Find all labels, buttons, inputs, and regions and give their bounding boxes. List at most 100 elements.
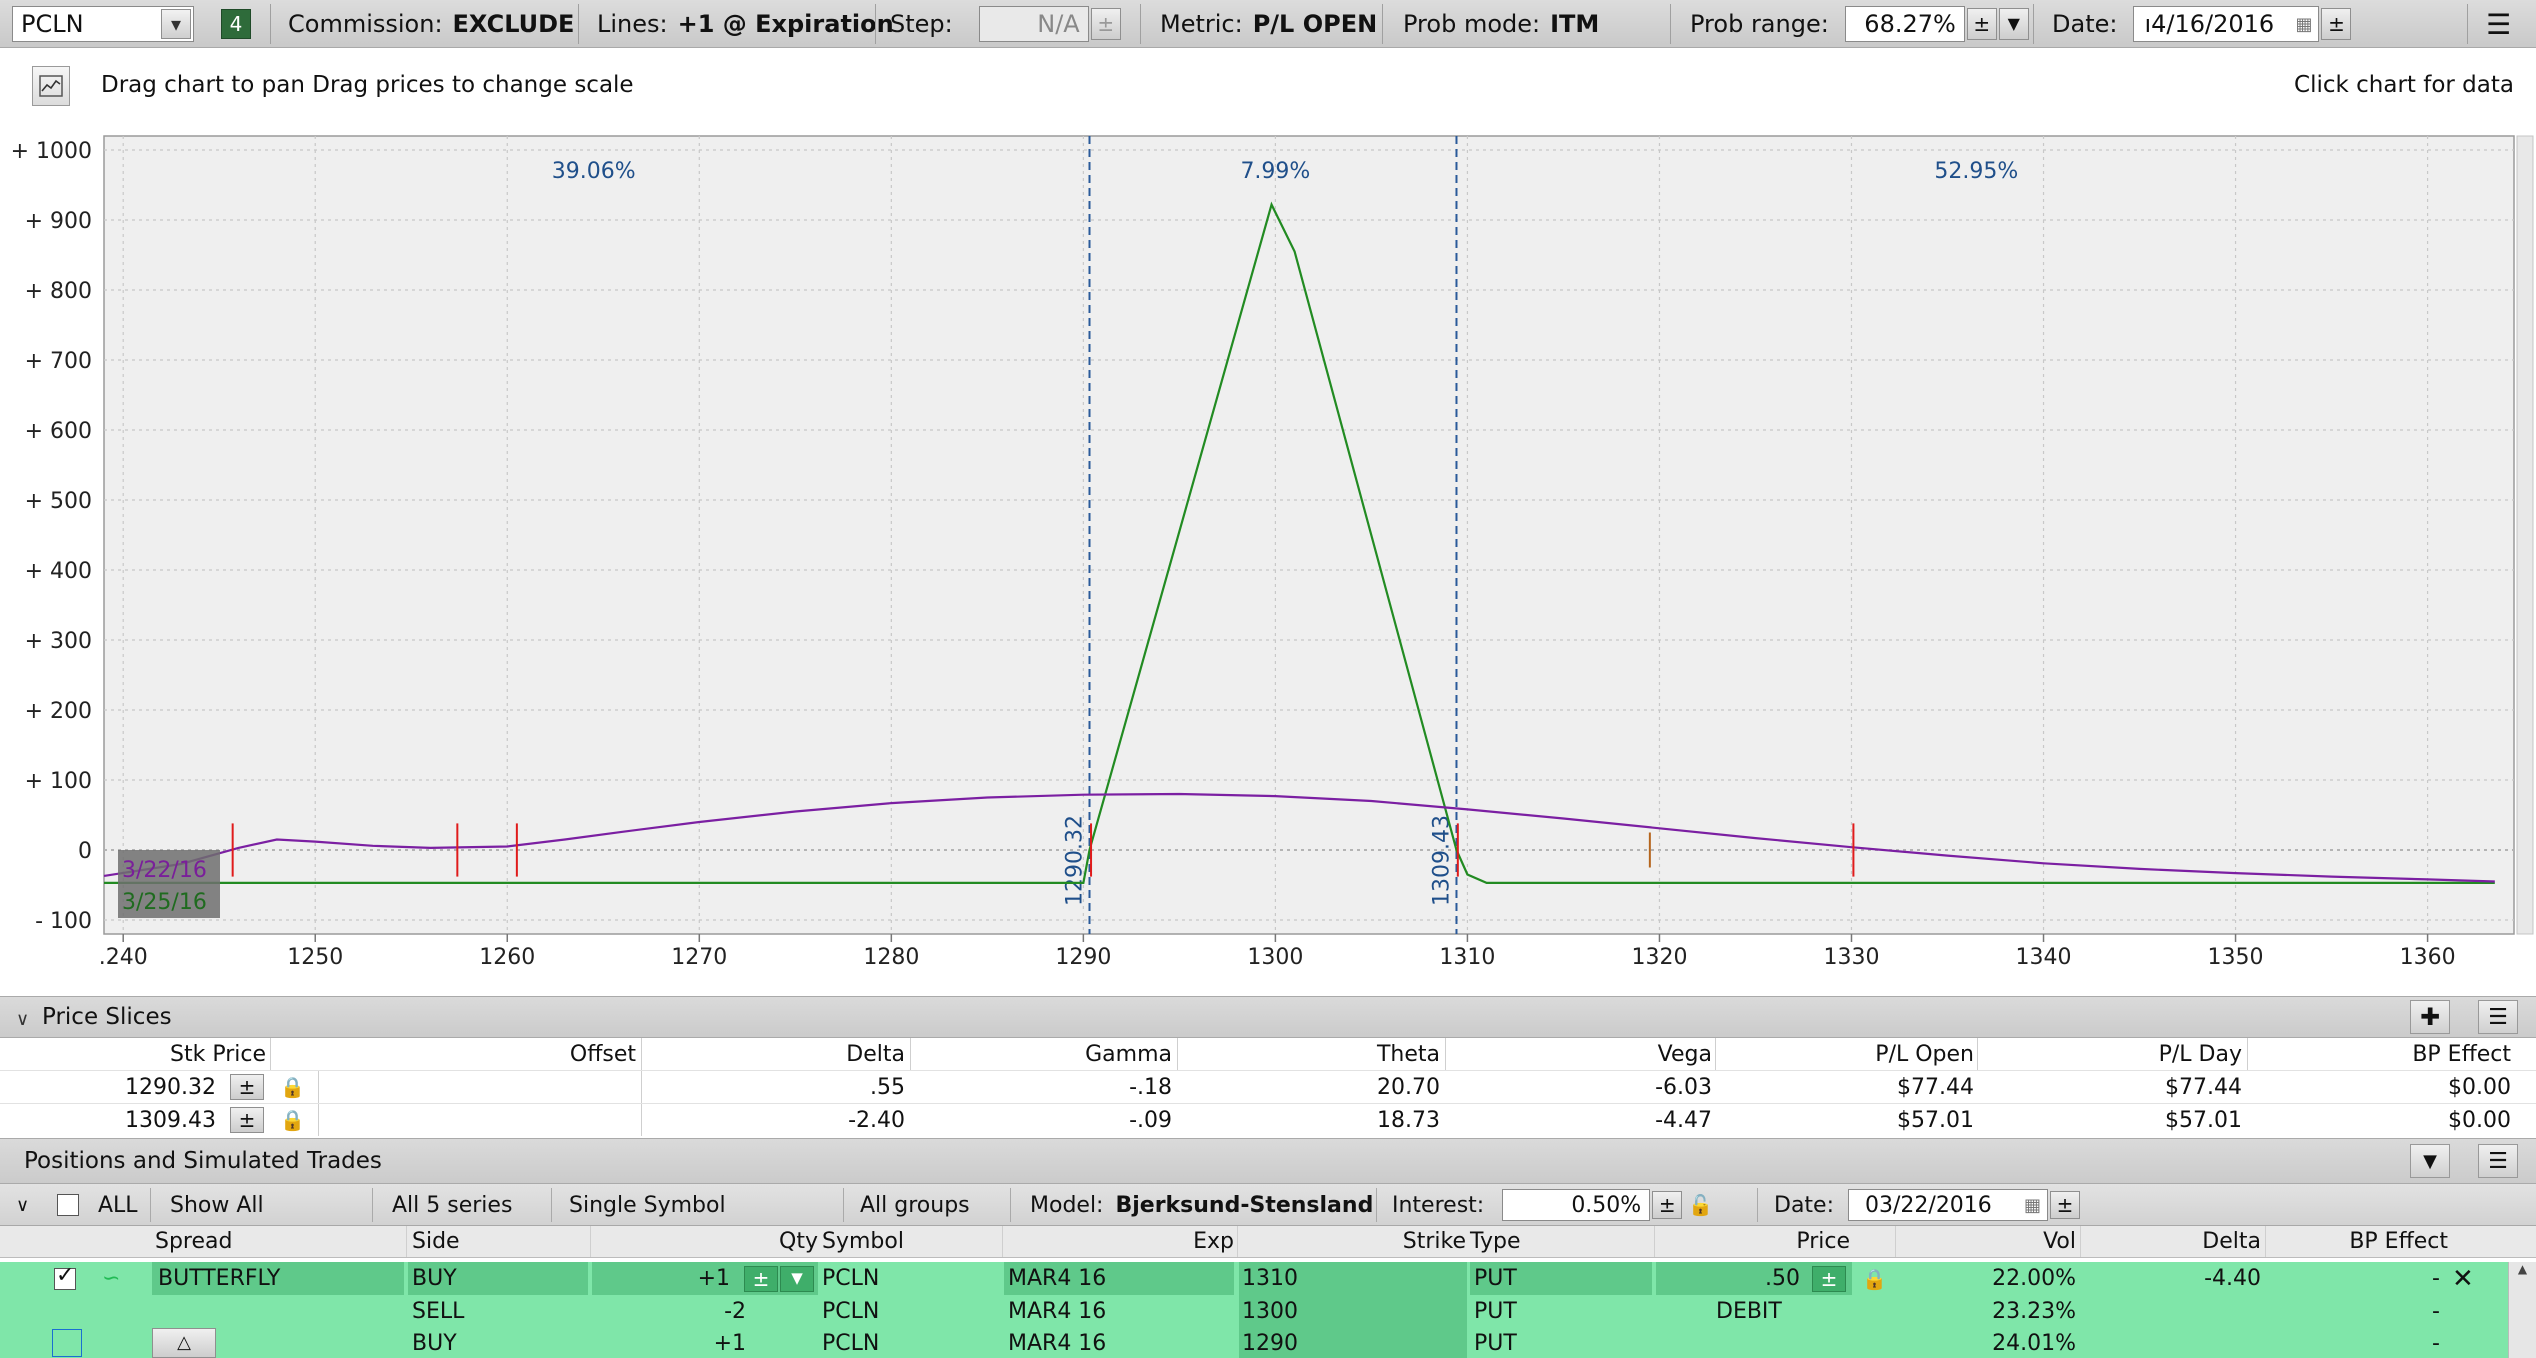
chevron-down-icon[interactable]: ∨ — [16, 1009, 29, 1030]
trade-row[interactable]: ✓ ∽ BUTTERFLY BUY +1 ± ▼ PCLN MAR4 16 13… — [0, 1262, 2536, 1295]
prob-range-input[interactable]: 68.27% — [1844, 6, 1965, 42]
close-icon[interactable]: ✕ — [2452, 1262, 2474, 1295]
trade-exp[interactable]: MAR4 16 — [1008, 1295, 1106, 1328]
lock-icon[interactable]: 🔒 — [280, 1104, 305, 1136]
lock-icon[interactable]: 🔒 — [1862, 1262, 1887, 1295]
trade-exp[interactable]: MAR4 16 — [1008, 1328, 1106, 1358]
chart-type-icon[interactable] — [32, 66, 70, 106]
trade-strike[interactable]: 1310 — [1242, 1262, 1298, 1295]
trade-spread[interactable]: BUTTERFLY — [158, 1262, 280, 1295]
menu-icon[interactable]: ☰ — [2478, 1144, 2518, 1178]
groups-filter[interactable]: All groups — [860, 1184, 970, 1226]
slice-gamma: -.09 — [1129, 1107, 1172, 1133]
prob-range-control: Prob range: 68.27% ± ▼ — [1690, 0, 2029, 48]
sim-date-label: Date: — [1774, 1192, 1834, 1218]
trade-exp[interactable]: MAR4 16 — [1008, 1262, 1106, 1295]
interest-input[interactable]: 0.50% — [1502, 1189, 1651, 1221]
slice-delta: .55 — [870, 1074, 905, 1100]
date-input[interactable]: ı4/16/2016 ▦ — [2133, 6, 2320, 42]
prob-range-spinner[interactable]: ± — [1966, 8, 1997, 40]
top-toolbar: PCLN ▾ 4 Commission: EXCLUDE Lines: +1 @… — [0, 0, 2536, 48]
trade-row[interactable]: SELL -2 PCLN MAR4 16 1300 PUT DEBIT 23.2… — [0, 1295, 2536, 1328]
price-spinner[interactable]: ± — [1812, 1262, 1846, 1295]
show-filter[interactable]: Show All — [170, 1184, 264, 1226]
sim-date-spinner[interactable]: ± — [2050, 1191, 2080, 1219]
positions-scrollbar[interactable]: ▲ — [2508, 1262, 2536, 1358]
trade-side[interactable]: BUY — [412, 1328, 457, 1358]
series-filter[interactable]: All 5 series — [392, 1184, 512, 1226]
probability-label: 7.99% — [1240, 159, 1310, 184]
col-theta: Theta — [1376, 1041, 1440, 1067]
qty-spinner[interactable]: ± — [744, 1262, 778, 1295]
trade-vol: 24.01% — [1992, 1330, 2076, 1356]
model-menu[interactable]: Model: Bjerksund-Stensland — [1030, 1184, 1373, 1226]
trade-strike[interactable]: 1290 — [1242, 1328, 1298, 1358]
all-label: ALL — [98, 1192, 138, 1218]
link-group[interactable]: 4 — [221, 0, 251, 48]
metric-menu[interactable]: Metric: P/L OPEN — [1160, 0, 1377, 48]
collapse-all-icon[interactable]: ▼ — [2410, 1144, 2450, 1178]
trade-bp-effect: - — [2432, 1266, 2440, 1291]
calendar-icon[interactable]: ▦ — [2295, 14, 2312, 35]
trade-qty[interactable]: +1 — [600, 1262, 730, 1295]
chevron-down-icon[interactable]: ▼ — [780, 1262, 814, 1295]
date-label: Date: — [2052, 10, 2118, 38]
x-tick-label: 1270 — [671, 945, 727, 970]
positions-header: Positions and Simulated Trades ▼ ☰ — [0, 1138, 2536, 1184]
chart-scrollbar[interactable] — [2516, 135, 2534, 935]
calendar-icon[interactable]: ▦ — [2024, 1195, 2041, 1216]
link-badge[interactable]: 4 — [221, 9, 251, 39]
pl-chart[interactable]: + 1000+ 900+ 800+ 700+ 600+ 500+ 400+ 30… — [0, 130, 2536, 986]
step-input[interactable]: N/A — [978, 6, 1089, 42]
prob-mode-menu[interactable]: Prob mode: ITM — [1403, 0, 1599, 48]
col-bp-effect: BP Effect — [2349, 1229, 2448, 1254]
trade-side[interactable]: SELL — [412, 1295, 464, 1328]
row-checkbox[interactable] — [52, 1328, 82, 1358]
symbol-combo[interactable]: PCLN ▾ — [12, 6, 194, 42]
lock-icon[interactable]: 🔒 — [280, 1071, 305, 1103]
trade-qty[interactable]: -2 — [600, 1295, 746, 1328]
sim-date-input[interactable]: 03/22/2016 ▦ — [1848, 1189, 2048, 1221]
price-slice-row[interactable]: 1309.43 ± 🔒 -2.40 -.09 18.73 -4.47 $57.0… — [0, 1103, 2536, 1136]
slice-spinner[interactable]: ± — [230, 1071, 264, 1103]
step-spinner[interactable]: ± — [1090, 8, 1121, 40]
trade-qty[interactable]: +1 — [600, 1328, 746, 1358]
x-tick-label: 1310 — [1439, 945, 1495, 970]
curve-icon[interactable]: ∽ — [102, 1262, 120, 1295]
col-pl-day: P/L Day — [2158, 1041, 2242, 1067]
lines-menu[interactable]: Lines: +1 @ Expiration — [597, 0, 894, 48]
row-checkbox[interactable]: ✓ — [54, 1262, 76, 1295]
unlock-icon[interactable]: 🔓 — [1688, 1193, 1713, 1217]
trade-price[interactable]: .50 — [1660, 1262, 1800, 1295]
menu-icon[interactable]: ☰ — [2478, 1000, 2518, 1034]
slice-pl-open: $57.01 — [1897, 1107, 1974, 1133]
commission-menu[interactable]: Commission: EXCLUDE — [288, 0, 574, 48]
trade-side[interactable]: BUY — [412, 1262, 457, 1295]
slice-stk-price: 1309.43 — [125, 1107, 216, 1133]
divider — [2467, 4, 2468, 44]
price-slice-row[interactable]: 1290.32 ± 🔒 .55 -.18 20.70 -6.03 $77.44 … — [0, 1070, 2536, 1103]
price-slices-columns: Stk Price Offset Delta Gamma Theta Vega … — [0, 1038, 2536, 1070]
add-icon[interactable]: ✚ — [2410, 1000, 2450, 1034]
trade-strike[interactable]: 1300 — [1242, 1295, 1298, 1328]
chevron-down-icon[interactable]: ∨ — [16, 1184, 29, 1226]
trade-type[interactable]: PUT — [1474, 1328, 1517, 1358]
date-spinner[interactable]: ± — [2321, 8, 2352, 40]
trade-type[interactable]: PUT — [1474, 1295, 1517, 1328]
symbol-selector[interactable]: PCLN ▾ — [12, 0, 194, 48]
col-type: Type — [1470, 1229, 1521, 1254]
slice-spinner[interactable]: ± — [230, 1104, 264, 1136]
interest-spinner[interactable]: ± — [1652, 1191, 1683, 1219]
col-delta: Delta — [2202, 1229, 2261, 1254]
chevron-down-icon[interactable]: ▼ — [1998, 8, 2029, 40]
scroll-top-button[interactable]: △ — [152, 1328, 216, 1358]
chart-hint-right[interactable]: Click chart for data — [2294, 72, 2514, 98]
menu-icon[interactable]: ☰ — [2486, 0, 2511, 48]
trade-type[interactable]: PUT — [1474, 1262, 1517, 1295]
select-all-checkbox[interactable] — [57, 1184, 79, 1226]
symbol-filter[interactable]: Single Symbol — [569, 1184, 726, 1226]
chevron-down-icon[interactable]: ▾ — [161, 9, 191, 39]
plot-area[interactable] — [103, 135, 2515, 935]
scroll-up-icon[interactable]: ▲ — [2509, 1262, 2536, 1276]
trade-row[interactable]: △ BUY +1 PCLN MAR4 16 1290 PUT 24.01% - — [0, 1328, 2536, 1358]
